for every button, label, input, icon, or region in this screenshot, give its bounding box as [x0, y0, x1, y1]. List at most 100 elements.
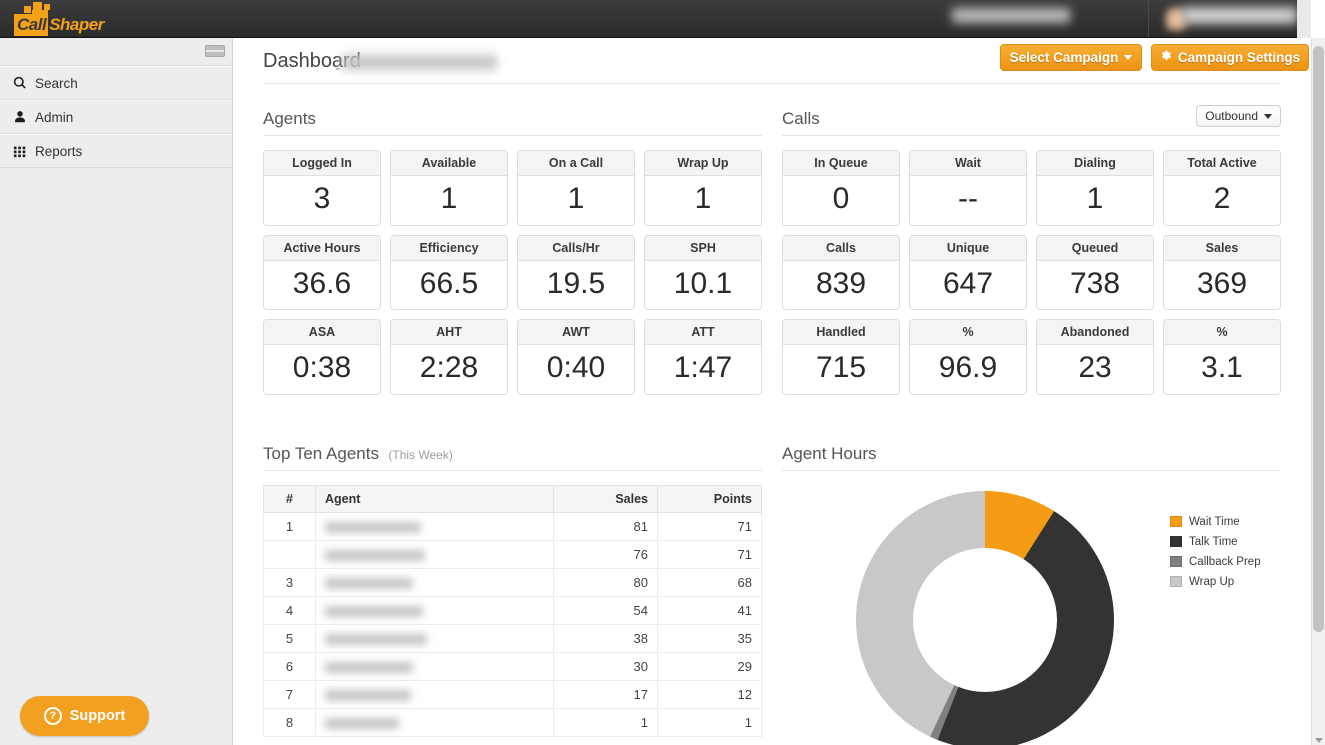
agent-hours-chart: Wait Time Talk Time Callback Prep Wrap Up [782, 489, 1281, 745]
cell-points: 41 [657, 595, 762, 625]
campaign-name-redacted [342, 55, 497, 70]
metric-card[interactable]: Dialing 1 [1036, 150, 1154, 226]
metric-label: Queued [1037, 235, 1153, 261]
metric-card[interactable]: In Queue 0 [782, 150, 900, 226]
lower-columns: Top Ten Agents (This Week) # Agent Sales… [233, 419, 1311, 745]
scroll-down-arrow-icon[interactable] [1315, 738, 1323, 743]
topbar-divider [1148, 0, 1149, 38]
metric-card[interactable]: Sales 369 [1163, 234, 1281, 310]
metric-card[interactable]: Available 1 [390, 150, 508, 226]
metric-label: % [1164, 320, 1280, 345]
call-direction-dropdown[interactable]: Outbound [1196, 105, 1281, 127]
legend-label: Talk Time [1189, 535, 1238, 548]
metric-value: 738 [1069, 266, 1121, 300]
metric-card[interactable]: Wrap Up 1 [644, 150, 762, 226]
table-row[interactable]: 7 17 12 [263, 679, 762, 709]
sidebar-item-label: Reports [35, 143, 83, 159]
select-campaign-button[interactable]: Select Campaign [1000, 44, 1142, 71]
metric-card[interactable]: AHT 2:28 [390, 319, 508, 395]
metric-label: % [910, 320, 1026, 345]
sidebar-item-reports[interactable]: Reports [0, 134, 232, 168]
metric-card[interactable]: ATT 1:47 [644, 319, 762, 395]
metric-card[interactable]: Wait -- [909, 150, 1027, 226]
calls-section-title: Calls [782, 109, 820, 128]
column-header-points[interactable]: Points [657, 484, 762, 513]
legend-item[interactable]: Talk Time [1170, 536, 1261, 548]
metric-label: Dialing [1037, 151, 1153, 176]
campaign-settings-button[interactable]: Campaign Settings [1151, 44, 1309, 71]
cell-sales: 80 [553, 567, 658, 597]
metric-card[interactable]: % 96.9 [909, 319, 1027, 395]
metric-card[interactable]: Efficiency 66.5 [390, 234, 508, 310]
sidebar-collapse-icon[interactable] [205, 45, 225, 57]
sidebar-item-search[interactable]: Search [0, 66, 232, 100]
metric-label: Available [391, 151, 507, 176]
table-row[interactable]: 4 54 41 [263, 595, 762, 625]
cell-agent [315, 539, 554, 569]
top-ten-agents-panel: Top Ten Agents (This Week) # Agent Sales… [263, 419, 762, 737]
column-header-agent[interactable]: Agent [315, 484, 554, 513]
metric-card[interactable]: Logged In 3 [263, 150, 381, 226]
table-row[interactable]: 6 30 29 [263, 651, 762, 681]
user-menu-redacted[interactable] [1182, 7, 1297, 24]
agent-hours-panel: Agent Hours Wait Time Talk Time Callback P… [782, 419, 1281, 745]
agent-hours-section-title: Agent Hours [782, 443, 877, 463]
metric-label: In Queue [783, 151, 899, 176]
cell-sales: 17 [553, 679, 658, 709]
logo-text-shaper: Shaper [49, 15, 104, 34]
metric-value: 3.1 [1201, 351, 1243, 384]
metric-card[interactable]: % 3.1 [1163, 319, 1281, 395]
agent-name-redacted [325, 605, 423, 617]
metric-card[interactable]: Queued 738 [1036, 234, 1154, 310]
support-button[interactable]: ? Support [20, 696, 149, 736]
table-body: 1 81 71 76 71 3 80 68 4 54 41 5 38 35 6 30 29 7 17 12 8 1 1 [263, 511, 762, 737]
agent-name-redacted [325, 577, 413, 589]
grid-icon [12, 144, 27, 159]
legend-item[interactable]: Wrap Up [1170, 576, 1261, 588]
metric-card[interactable]: Active Hours 36.6 [263, 234, 381, 310]
metric-value: 3 [313, 182, 331, 215]
cell-rank: 7 [263, 679, 316, 709]
table-row[interactable]: 8 11 [263, 707, 762, 737]
metric-card[interactable]: Total Active 2 [1163, 150, 1281, 226]
table-row[interactable]: 3 80 68 [263, 567, 762, 597]
metric-value: 10.1 [673, 266, 733, 300]
table-row[interactable]: 5 38 35 [263, 623, 762, 653]
legend-item[interactable]: Wait Time [1170, 516, 1261, 528]
legend-item[interactable]: Callback Prep [1170, 556, 1261, 568]
metric-card[interactable]: Abandoned 23 [1036, 319, 1154, 395]
column-header-rank[interactable]: # [263, 484, 316, 513]
vertical-scrollbar[interactable] [1311, 38, 1325, 745]
cell-points: 12 [657, 679, 762, 709]
table-row[interactable]: 1 81 71 [263, 511, 762, 541]
account-name-redacted[interactable] [952, 8, 1070, 23]
metric-label: AWT [518, 320, 634, 345]
cell-agent [315, 623, 554, 653]
search-icon [12, 76, 27, 91]
metric-card[interactable]: AWT 0:40 [517, 319, 635, 395]
logo-text-call: Call [14, 14, 49, 36]
column-header-sales[interactable]: Sales [553, 484, 658, 513]
scrollbar-thumb[interactable] [1313, 46, 1324, 632]
campaign-settings-label: Campaign Settings [1177, 50, 1301, 65]
metric-value: 1 [567, 182, 585, 215]
calls-card-grid: In Queue 0 Wait -- Dialing 1 Total Active 2 … [782, 150, 1281, 395]
metric-value: 715 [815, 351, 867, 384]
cell-points: 35 [657, 623, 762, 653]
metric-card[interactable]: On a Call 1 [517, 150, 635, 226]
legend-label: Callback Prep [1189, 555, 1261, 568]
sidebar-toggle-row [0, 38, 232, 66]
metric-card[interactable]: Calls/Hr 19.5 [517, 234, 635, 310]
top-ten-section-subtitle: (This Week) [388, 447, 453, 462]
agent-name-redacted [325, 661, 413, 673]
chart-legend: Wait Time Talk Time Callback Prep Wrap Up [1170, 516, 1261, 596]
table-row[interactable]: 76 71 [263, 539, 762, 569]
metric-card[interactable]: ASA 0:38 [263, 319, 381, 395]
metric-card[interactable]: Calls 839 [782, 234, 900, 310]
select-campaign-label: Select Campaign [1009, 50, 1119, 65]
sidebar-item-admin[interactable]: Admin [0, 100, 232, 134]
metric-card[interactable]: Handled 715 [782, 319, 900, 395]
metric-card[interactable]: Unique 647 [909, 234, 1027, 310]
metric-card[interactable]: SPH 10.1 [644, 234, 762, 310]
callshaper-logo[interactable]: Call Shaper [14, 2, 110, 36]
